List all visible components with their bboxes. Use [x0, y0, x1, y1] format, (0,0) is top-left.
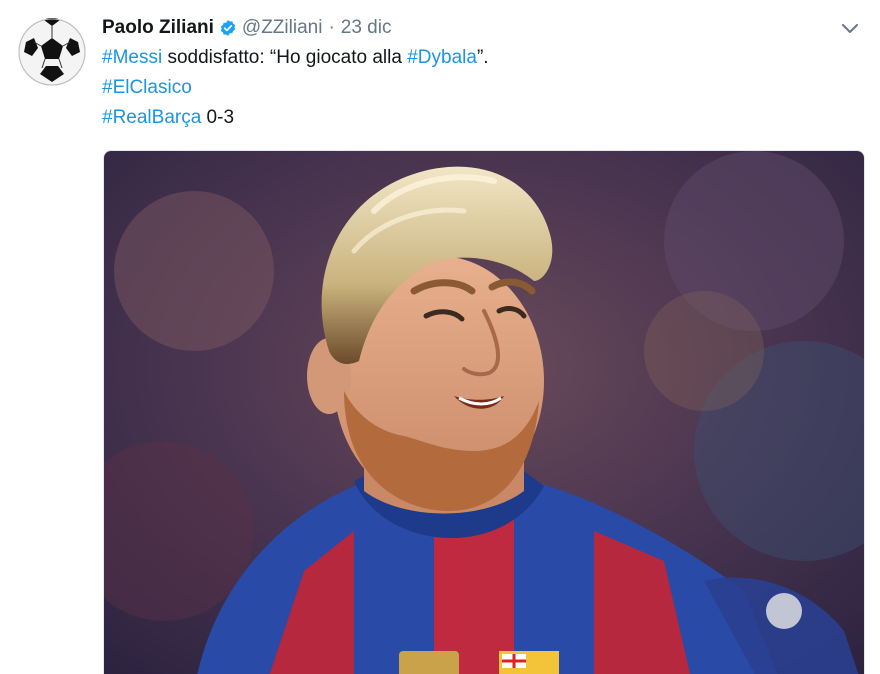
author-handle[interactable]: @ZZiliani	[242, 17, 323, 39]
hashtag-dybala[interactable]: #Dybala	[407, 47, 477, 68]
tweet-text: #Messi soddisfatto: “Ho giocato alla #Dy…	[102, 43, 862, 133]
author-name[interactable]: Paolo Ziliani	[102, 17, 214, 39]
tweet-text-segment: soddisfatto: “Ho giocato alla	[162, 47, 408, 68]
tweet-line-3: #RealBarça 0-3	[102, 103, 862, 133]
hashtag-messi[interactable]: #Messi	[102, 47, 162, 68]
match-score: 0-3	[201, 107, 235, 128]
tweet-card: Paolo Ziliani @ZZiliani · 23 dic #Messi …	[0, 0, 880, 674]
tweet-date[interactable]: 23 dic	[341, 17, 392, 39]
hashtag-elclasico[interactable]: #ElClasico	[102, 77, 192, 98]
tweet-line-1: #Messi soddisfatto: “Ho giocato alla #Dy…	[102, 43, 862, 73]
tweet-text-segment: ”.	[476, 47, 489, 68]
header-separator: ·	[328, 17, 335, 38]
hashtag-realbarca[interactable]: #RealBarça	[102, 107, 201, 128]
tweet-photo[interactable]	[103, 150, 865, 674]
tweet-header: Paolo Ziliani @ZZiliani · 23 dic	[102, 14, 391, 42]
soccer-ball-icon[interactable]	[18, 18, 86, 86]
chevron-down-icon[interactable]	[840, 18, 860, 38]
tweet-line-2: #ElClasico	[102, 73, 862, 103]
club-crest-icon	[499, 651, 559, 674]
verified-badge-icon	[219, 19, 237, 37]
